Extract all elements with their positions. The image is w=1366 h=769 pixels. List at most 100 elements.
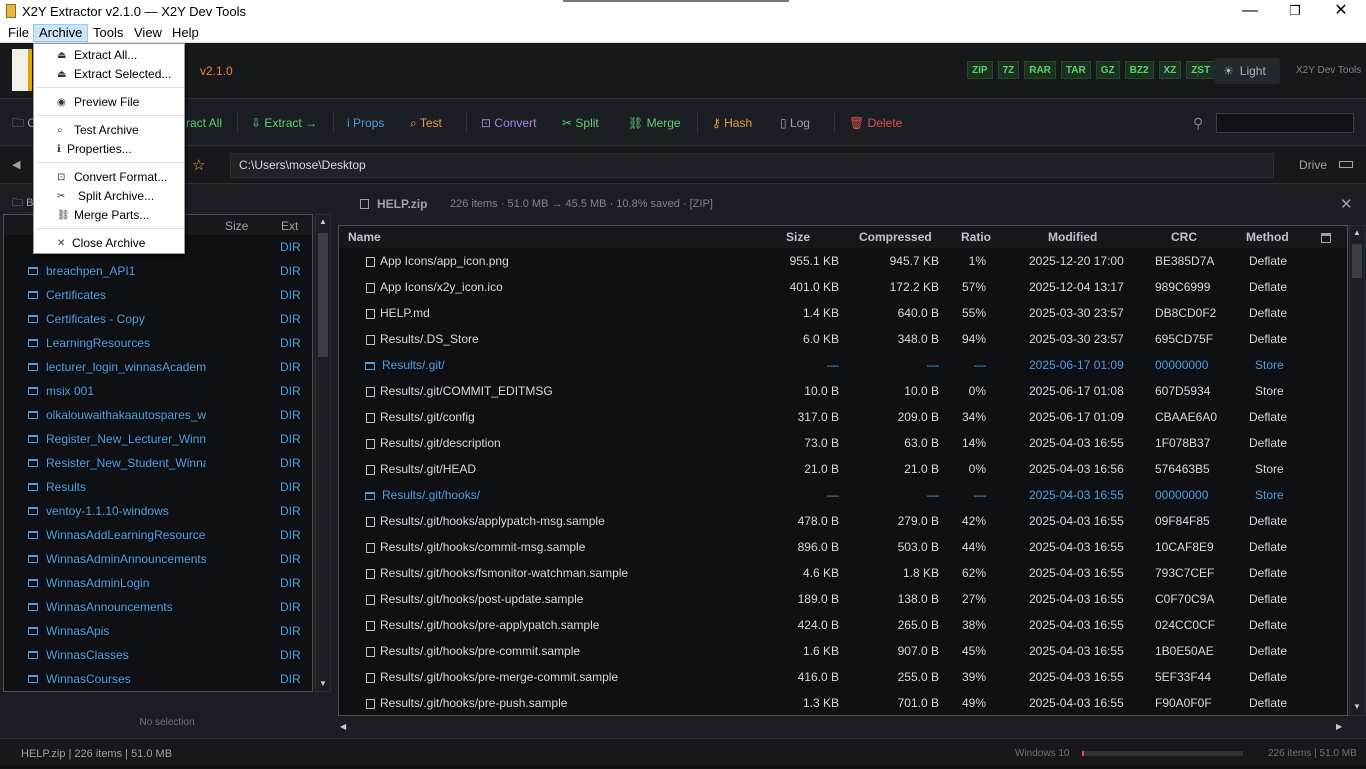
scroll-right-icon[interactable]: ▶ xyxy=(1336,722,1342,731)
menu-item-properties[interactable]: ℹ Properties... xyxy=(34,140,184,159)
menu-archive[interactable]: Archive xyxy=(33,24,89,42)
delete-button[interactable]: 🗑 Delete xyxy=(849,115,902,131)
scroll-left-icon[interactable]: ◀ xyxy=(340,722,346,731)
table-row[interactable]: Results/.git/hooks/fsmonitor-watchman.sa… xyxy=(339,560,1347,586)
table-row[interactable]: Results/.git/ — — — 2025-06-17 01:09 00000000… xyxy=(339,352,1347,378)
close-button[interactable]: ✕ xyxy=(1318,1,1364,23)
test-button[interactable]: ⌕ Test xyxy=(410,115,442,131)
table-row[interactable]: Results/.git/hooks/pre-applypatch.sample… xyxy=(339,612,1347,638)
left-scrollbar[interactable]: ▲ ▼ xyxy=(315,214,331,692)
minimize-button[interactable]: — xyxy=(1227,1,1273,23)
column-compressed[interactable]: Compressed xyxy=(859,230,932,244)
close-icon[interactable]: ✕ xyxy=(1340,195,1353,213)
menu-item-split-archive[interactable]: ✂ Split Archive... xyxy=(34,187,184,206)
column-crc[interactable]: CRC xyxy=(1171,230,1197,244)
extract-all-button[interactable]: ract All xyxy=(186,115,222,131)
archive-table[interactable]: Name Size Compressed Ratio Modified CRC … xyxy=(338,225,1348,716)
cell-name: Results/.git/HEAD xyxy=(380,462,477,476)
table-row[interactable]: HELP.md 1.4 KB 640.0 B 55% 2025-03-30 23:57 D… xyxy=(339,300,1347,326)
props-button[interactable]: i Props xyxy=(347,115,384,131)
table-row[interactable]: Results/.git/hooks/applypatch-msg.sample… xyxy=(339,508,1347,534)
menu-item-close-archive[interactable]: ✕ Close Archive xyxy=(34,234,184,253)
column-modified[interactable]: Modified xyxy=(1048,230,1097,244)
list-item-ext: DIR xyxy=(280,312,301,326)
scroll-up-icon[interactable]: ▲ xyxy=(319,217,327,226)
split-button[interactable]: ✂ Split xyxy=(562,115,599,131)
menu-help[interactable]: Help xyxy=(167,24,204,42)
drive-icon[interactable] xyxy=(1339,161,1353,168)
list-item[interactable]: Register_New_Lecturer_Winnas DIR xyxy=(4,427,312,451)
table-row[interactable]: App Icons/app_icon.png 955.1 KB 945.7 KB 1%… xyxy=(339,248,1347,274)
list-item-name: Certificates - Copy xyxy=(46,312,145,326)
column-name[interactable]: Name xyxy=(348,230,381,244)
log-button[interactable]: ▯ Log xyxy=(780,115,810,131)
menu-item-merge-parts[interactable]: ⛓ Merge Parts... xyxy=(34,206,184,225)
list-item[interactable]: lecturer_login_winnasAcademy DIR xyxy=(4,355,312,379)
menu-item-convert-format[interactable]: ⊡ Convert Format... xyxy=(34,168,184,187)
hash-button[interactable]: ⚷ Hash xyxy=(712,115,752,131)
column-ratio[interactable]: Ratio xyxy=(961,230,991,244)
column-options-icon[interactable] xyxy=(1321,233,1331,243)
table-row[interactable]: Results/.git/config 317.0 B 209.0 B 34% 2025… xyxy=(339,404,1347,430)
list-item[interactable]: Resister_New_Student_Winnas DIR xyxy=(4,451,312,475)
star-icon[interactable]: ☆ xyxy=(192,156,205,174)
column-ext[interactable]: Ext xyxy=(281,219,298,233)
menu-item-test-archive[interactable]: ⌕ Test Archive xyxy=(34,121,184,140)
table-row[interactable]: Results/.git/hooks/commit-msg.sample 896.… xyxy=(339,534,1347,560)
list-item[interactable]: WinnasAdminLogin DIR xyxy=(4,571,312,595)
scroll-thumb[interactable] xyxy=(318,233,328,357)
table-row[interactable]: Results/.git/HEAD 21.0 B 21.0 B 0% 2025-04-0… xyxy=(339,456,1347,482)
list-item[interactable]: WinnasApis DIR xyxy=(4,619,312,643)
horizontal-scrollbar[interactable]: ◀ ▶ xyxy=(338,720,1348,735)
list-item[interactable]: olkalouwaithakaautospares_wi DIR xyxy=(4,403,312,427)
list-item[interactable]: LearningResources DIR xyxy=(4,331,312,355)
file-list[interactable]: Size Ext DIR breachpen_API1 DIR Certificat… xyxy=(3,214,313,692)
column-size[interactable]: Size xyxy=(225,219,248,233)
magnifier-icon: ⌕ xyxy=(410,116,417,130)
merge-button[interactable]: ⛓ Merge xyxy=(628,115,681,131)
table-row[interactable]: Results/.git/hooks/pre-push.sample 1.3 KB… xyxy=(339,690,1347,715)
convert-button[interactable]: ⊡ Convert xyxy=(481,115,536,131)
table-row[interactable]: Results/.git/COMMIT_EDITMSG 10.0 B 10.0 B 0… xyxy=(339,378,1347,404)
table-row[interactable]: Results/.git/hooks/post-update.sample 189… xyxy=(339,586,1347,612)
list-item[interactable]: ventoy-1.1.10-windows DIR xyxy=(4,499,312,523)
list-item[interactable]: WinnasAddLearningResources DIR xyxy=(4,523,312,547)
theme-toggle-button[interactable]: ☀ Light xyxy=(1214,58,1280,84)
table-row[interactable]: App Icons/x2y_icon.ico 401.0 KB 172.2 KB 57… xyxy=(339,274,1347,300)
drive-button[interactable]: Drive xyxy=(1299,158,1327,172)
list-item[interactable]: Certificates - Copy DIR xyxy=(4,307,312,331)
scroll-down-icon[interactable]: ▼ xyxy=(1353,702,1361,711)
cell-modified: 2025-04-03 16:55 xyxy=(1029,696,1124,710)
drag-indicator xyxy=(563,0,789,2)
search-input[interactable] xyxy=(1216,113,1354,133)
list-item[interactable]: WinnasCourses DIR xyxy=(4,667,312,691)
column-size[interactable]: Size xyxy=(786,230,810,244)
list-item[interactable]: WinnasAdminAnnouncements DIR xyxy=(4,547,312,571)
table-row[interactable]: Results/.DS_Store 6.0 KB 348.0 B 94% 2025-03… xyxy=(339,326,1347,352)
list-item[interactable]: breachpen_API1 DIR xyxy=(4,259,312,283)
table-row[interactable]: Results/.git/hooks/ — — — 2025-04-03 16:55 00… xyxy=(339,482,1347,508)
menu-view[interactable]: View xyxy=(129,24,167,42)
table-row[interactable]: Results/.git/hooks/pre-commit.sample 1.6 … xyxy=(339,638,1347,664)
scroll-up-icon[interactable]: ▲ xyxy=(1353,228,1361,237)
scroll-down-icon[interactable]: ▼ xyxy=(319,679,327,688)
list-item[interactable]: Certificates DIR xyxy=(4,283,312,307)
scroll-thumb[interactable] xyxy=(1352,244,1362,278)
back-arrow-icon[interactable]: ◀ xyxy=(12,158,20,171)
archive-scrollbar[interactable]: ▲ ▼ xyxy=(1349,225,1365,716)
maximize-button[interactable]: ❐ xyxy=(1272,1,1318,23)
path-input[interactable]: C:\Users\mose\Desktop xyxy=(230,153,1274,178)
list-item[interactable]: WinnasClasses DIR xyxy=(4,643,312,667)
list-item[interactable]: Results DIR xyxy=(4,475,312,499)
menu-item-extract-all[interactable]: ⏏ Extract All... xyxy=(34,46,184,65)
menu-item-extract-selected[interactable]: ⏏ Extract Selected... xyxy=(34,65,184,84)
extract-button[interactable]: ⇩ Extract → xyxy=(251,115,317,131)
list-item[interactable]: WinnasAnnouncements DIR xyxy=(4,595,312,619)
column-method[interactable]: Method xyxy=(1246,230,1289,244)
table-row[interactable]: Results/.git/hooks/pre-merge-commit.samp… xyxy=(339,664,1347,690)
menu-file[interactable]: File xyxy=(3,24,34,42)
table-row[interactable]: Results/.git/description 73.0 B 63.0 B 14% 2… xyxy=(339,430,1347,456)
menu-item-preview-file[interactable]: ◉ Preview File xyxy=(34,93,184,112)
menu-tools[interactable]: Tools xyxy=(88,24,128,42)
list-item[interactable]: msix 001 DIR xyxy=(4,379,312,403)
